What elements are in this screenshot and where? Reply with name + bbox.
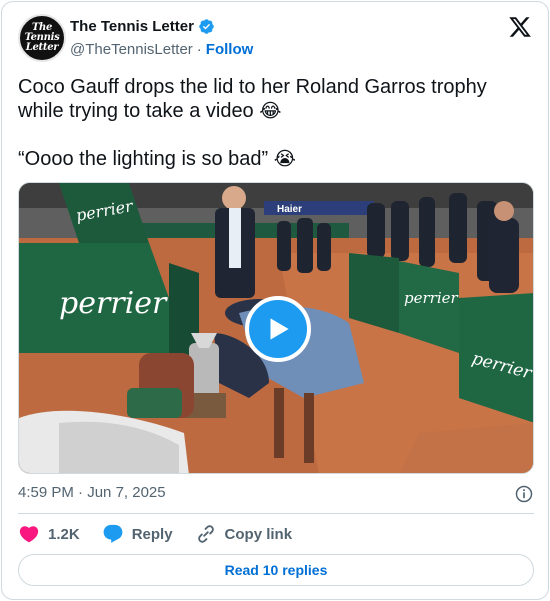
- verified-badge-icon: [199, 19, 214, 34]
- tweet-date[interactable]: Jun 7, 2025: [87, 484, 165, 501]
- play-icon: [270, 318, 289, 340]
- tweet-line-1: Coco Gauff drops the lid to her Roland G…: [18, 76, 487, 122]
- handle-separator: ·: [196, 41, 202, 58]
- copy-link-button[interactable]: Copy link: [195, 523, 293, 545]
- tweet-meta: 4:59 PM · Jun 7, 2025: [18, 484, 534, 504]
- avatar-text-3: Letter: [25, 42, 59, 53]
- read-replies-button[interactable]: Read 10 replies: [18, 554, 534, 586]
- reply-button[interactable]: Reply: [102, 523, 173, 545]
- reply-label: Reply: [131, 525, 173, 543]
- like-button[interactable]: 1.2K: [18, 523, 80, 545]
- perrier-sign-left: perrier: [59, 286, 168, 321]
- tweet-time[interactable]: 4:59 PM: [18, 484, 74, 501]
- author-name-row: The Tennis Letter: [70, 18, 215, 35]
- likes-count: 1.2K: [48, 525, 80, 543]
- copy-link-label: Copy link: [224, 525, 293, 543]
- author-handle[interactable]: @TheTennisLetter: [70, 41, 193, 58]
- tweet-line-2: “Oooo the lighting is so bad”: [18, 148, 274, 170]
- meta-separator: ·: [78, 484, 84, 501]
- tweet-text: Coco Gauff drops the lid to her Roland G…: [18, 75, 528, 171]
- heart-icon: [19, 526, 39, 543]
- x-logo-icon[interactable]: [508, 15, 532, 39]
- emoji-laughing: 😂: [259, 100, 282, 122]
- divider: [18, 513, 534, 514]
- author-display-name[interactable]: The Tennis Letter: [70, 18, 194, 35]
- perrier-sign-mid: perrier: [404, 289, 458, 307]
- emoji-crying: 😭: [273, 148, 296, 170]
- tweet-card[interactable]: The Tennis Letter The Tennis Letter @The…: [1, 1, 549, 600]
- action-bar: 1.2K Reply Copy link: [18, 522, 292, 546]
- haier-banner-text: Haier: [277, 204, 302, 215]
- reply-bubble-icon: [103, 524, 123, 543]
- video-player[interactable]: Haier perrier perrier perrier perrier: [18, 182, 534, 474]
- play-button[interactable]: [245, 296, 311, 362]
- follow-button[interactable]: Follow: [206, 41, 254, 58]
- author-avatar[interactable]: The Tennis Letter: [18, 14, 66, 62]
- read-replies-label: Read 10 replies: [224, 562, 328, 578]
- author-handle-row: @TheTennisLetter · Follow: [70, 41, 253, 58]
- link-icon: [197, 525, 214, 543]
- info-icon[interactable]: [514, 484, 534, 504]
